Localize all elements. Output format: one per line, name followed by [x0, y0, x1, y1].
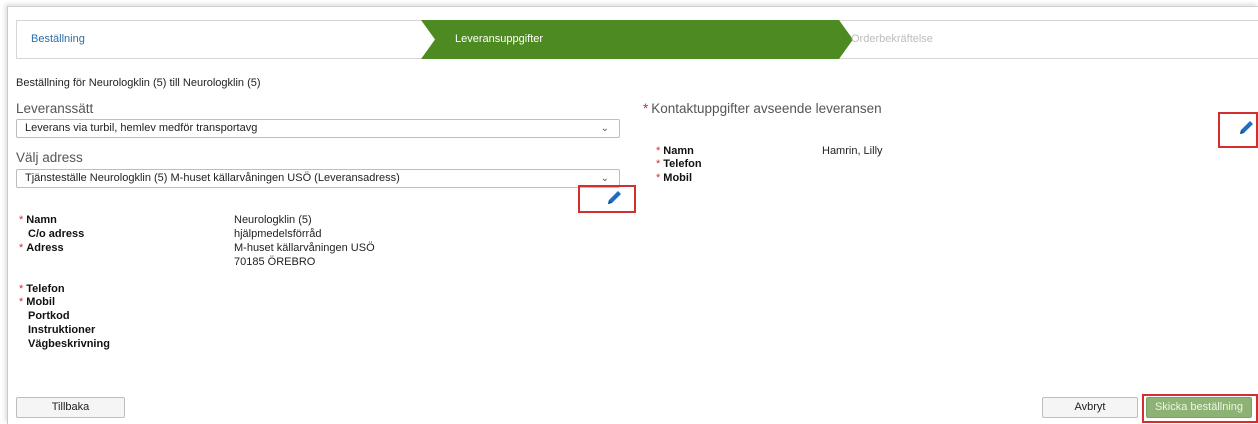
step-delivery-details: Leveransuppgifter — [421, 20, 853, 59]
progress-stepper: Beställning Leveransuppgifter Orderbekrä… — [16, 20, 1258, 59]
back-button[interactable]: Tillbaka — [16, 397, 125, 418]
pencil-icon — [608, 191, 621, 204]
instructions-field-label: Instruktioner — [28, 324, 96, 336]
directions-field-label: Vägbeskrivning — [28, 338, 110, 350]
order-title: Beställning för Neurologklin (5) till Ne… — [16, 77, 261, 89]
delivery-method-select[interactable]: Leverans via turbil, hemlev medför trans… — [16, 119, 620, 138]
cancel-button[interactable]: Avbryt — [1042, 397, 1138, 418]
address-line-1: M-huset källarvåningen USÖ — [234, 242, 375, 254]
phone-field-label: * Telefon — [19, 283, 65, 295]
address-select-value: Tjänsteställe Neurologklin (5) M-huset k… — [25, 172, 400, 184]
address-select-label: Välj adress — [16, 150, 83, 165]
edit-contact-button[interactable] — [1236, 118, 1258, 140]
address-field-label: * Adress — [19, 242, 64, 254]
step-order[interactable]: Beställning — [31, 21, 85, 58]
delivery-method-label: Leveranssätt — [16, 101, 94, 116]
contact-phone-label: * Telefon — [656, 158, 702, 170]
chevron-down-icon: ⌄ — [600, 123, 609, 134]
contact-name-value: Hamrin, Lilly — [822, 145, 883, 157]
name-field-value: Neurologklin (5) — [234, 214, 312, 226]
pencil-icon — [1240, 121, 1253, 134]
name-field-label: * Namn — [19, 214, 57, 226]
contact-name-label: * Namn — [656, 145, 694, 157]
step-order-confirmation: Orderbekräftelse — [851, 33, 933, 45]
contact-section-title: * Kontaktuppgifter avseende leveransen — [643, 101, 882, 116]
co-address-value: hjälpmedelsförråd — [234, 228, 322, 240]
delivery-method-value: Leverans via turbil, hemlev medför trans… — [25, 122, 258, 134]
mobile-field-label: * Mobil — [19, 296, 55, 308]
address-select[interactable]: Tjänsteställe Neurologklin (5) M-huset k… — [16, 169, 620, 188]
page-frame — [7, 6, 1258, 424]
co-address-label: C/o adress — [28, 228, 85, 240]
contact-mobile-label: * Mobil — [656, 172, 692, 184]
submit-order-button[interactable]: Skicka beställning — [1146, 397, 1252, 418]
portcode-field-label: Portkod — [28, 310, 70, 322]
address-line-2: 70185 ÖREBRO — [234, 256, 316, 268]
step-delivery-label: Leveransuppgifter — [455, 33, 544, 45]
edit-address-button[interactable] — [604, 188, 636, 210]
